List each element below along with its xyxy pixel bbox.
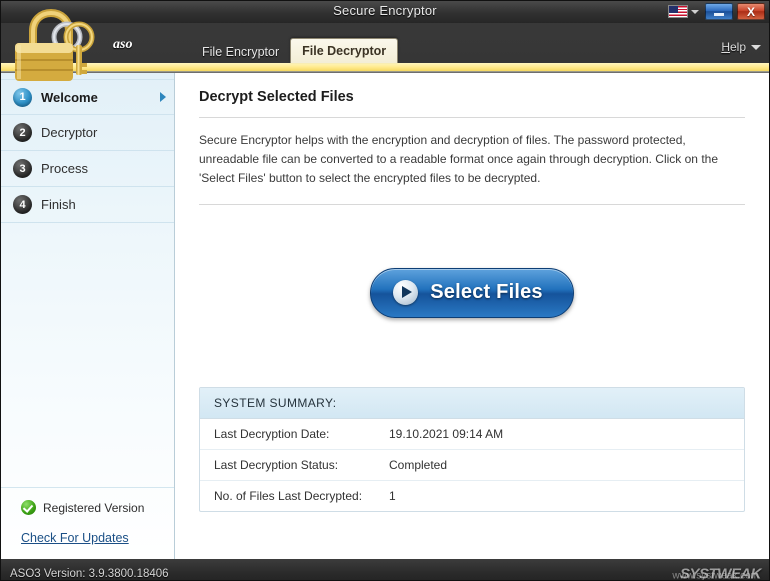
check-for-updates-link[interactable]: Check For Updates [1, 515, 174, 545]
app-window: Secure Encryptor X aso File Encryptor Fi… [0, 0, 770, 581]
minimize-button[interactable] [705, 3, 733, 20]
brand-bar: aso File Encryptor File Decryptor Help [1, 8, 769, 81]
close-button[interactable]: X [737, 3, 765, 20]
summary-value: 1 [389, 488, 396, 503]
sidebar-item-label: Decryptor [41, 125, 98, 140]
padlock-keys-icon [15, 8, 95, 81]
body-area: 1 Welcome 2 Decryptor 3 Process 4 Finish [1, 72, 769, 559]
step-number-badge: 4 [13, 195, 32, 214]
systweak-watermark-url: www.systweak.com [672, 570, 759, 581]
sidebar-item-label: Finish [41, 197, 76, 212]
chevron-down-icon [691, 9, 699, 14]
system-summary-panel: SYSTEM SUMMARY: Last Decryption Date: 19… [199, 386, 745, 512]
page-title: Decrypt Selected Files [199, 89, 354, 105]
window-title: Secure Encryptor [333, 3, 437, 18]
step-number-badge: 1 [13, 87, 32, 107]
system-summary-header: SYSTEM SUMMARY: [200, 387, 744, 419]
table-row: No. of Files Last Decrypted: 1 [200, 481, 744, 511]
help-label-rest: elp [729, 40, 746, 54]
help-accel-letter: H [721, 40, 730, 54]
sidebar: 1 Welcome 2 Decryptor 3 Process 4 Finish [1, 73, 175, 559]
play-arrow-icon [393, 279, 419, 305]
select-files-label: Select Files [430, 280, 543, 303]
summary-key: Last Decryption Status: [214, 457, 339, 472]
summary-key: No. of Files Last Decrypted: [214, 488, 363, 503]
summary-key: Last Decryption Date: [214, 426, 330, 441]
step-number-badge: 2 [13, 123, 32, 142]
registered-label: Registered Version [43, 500, 145, 515]
us-flag-icon [668, 5, 688, 18]
sidebar-footer: Registered Version Check For Updates [1, 487, 174, 559]
version-label: ASO3 Version: 3.9.3800.18406 [10, 567, 169, 580]
tab-file-encryptor[interactable]: File Encryptor [191, 41, 290, 63]
registered-status: Registered Version [1, 488, 174, 515]
sidebar-nav-list: 1 Welcome 2 Decryptor 3 Process 4 Finish [1, 73, 174, 223]
table-row: Last Decryption Date: 19.10.2021 09:14 A… [200, 419, 744, 450]
step-number-badge: 3 [13, 159, 32, 178]
help-menu-label: Help [721, 40, 746, 54]
summary-value: Completed [389, 457, 448, 472]
tab-file-decryptor[interactable]: File Decryptor [290, 38, 399, 63]
main-content: Decrypt Selected Files Secure Encryptor … [175, 73, 769, 559]
chevron-right-icon [160, 92, 166, 102]
aso-logo: aso [113, 37, 133, 52]
select-files-button[interactable]: Select Files [370, 267, 574, 318]
page-description: Secure Encryptor helps with the encrypti… [199, 133, 718, 185]
tab-bar: aso File Encryptor File Decryptor Help [105, 23, 769, 63]
accent-strip [1, 63, 769, 72]
table-row: Last Decryption Status: Completed [200, 450, 744, 481]
status-bar: ASO3 Version: 3.9.3800.18406 SYSTWEAK ww… [1, 559, 769, 581]
chevron-down-icon [751, 44, 761, 50]
window-controls: X [666, 3, 765, 20]
green-check-icon [21, 500, 36, 515]
primary-action-area: Select Files [199, 205, 745, 381]
sidebar-item-label: Welcome [41, 89, 98, 105]
sidebar-item-label: Process [41, 161, 88, 176]
language-selector-button[interactable] [666, 4, 701, 19]
title-bar: Secure Encryptor X [1, 1, 769, 23]
sidebar-item-process[interactable]: 3 Process [1, 151, 174, 187]
sidebar-item-finish[interactable]: 4 Finish [1, 187, 174, 223]
help-menu-button[interactable]: Help [721, 40, 769, 63]
sidebar-item-decryptor[interactable]: 2 Decryptor [1, 115, 174, 151]
summary-value: 19.10.2021 09:14 AM [389, 426, 504, 441]
